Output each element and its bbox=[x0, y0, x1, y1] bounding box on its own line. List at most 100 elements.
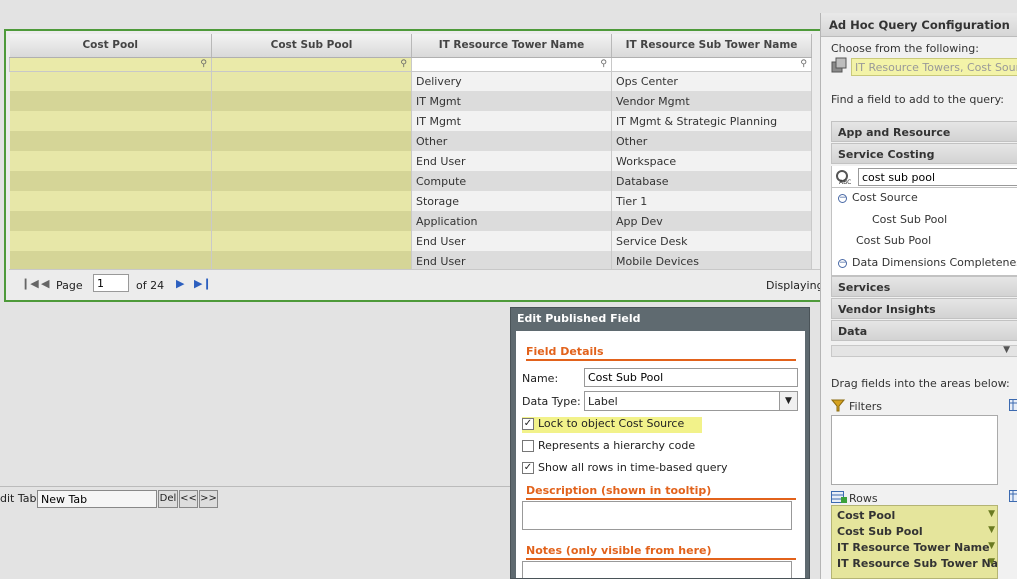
cell-cost-sub-pool bbox=[211, 191, 412, 211]
row-field-chip[interactable]: IT Resource Tower Name ▼ bbox=[837, 541, 997, 554]
name-label: Name: bbox=[522, 372, 559, 385]
table-row[interactable]: Storage Tier 1 bbox=[9, 191, 812, 211]
hierarchy-code-checkbox[interactable] bbox=[522, 440, 534, 452]
lock-to-object-label: Lock to object Cost Source bbox=[538, 417, 685, 430]
filter-tower-name[interactable]: ⚲ bbox=[411, 56, 612, 72]
page-label: Page bbox=[56, 279, 83, 292]
category-app-and-resource[interactable]: App and Resource bbox=[831, 121, 1017, 142]
row-field-chip[interactable]: Cost Sub Pool ▼ bbox=[837, 525, 997, 538]
edit-tab-label: dit Tab: bbox=[0, 492, 41, 505]
chevron-down-icon[interactable]: ▼ bbox=[988, 525, 995, 535]
tree-leaf-cost-sub-pool[interactable]: Cost Sub Pool bbox=[872, 213, 947, 226]
cell-sub-tower-name: App Dev bbox=[611, 211, 812, 231]
category-service-costing[interactable]: Service Costing bbox=[831, 143, 1017, 164]
table-row[interactable]: End User Service Desk bbox=[9, 231, 812, 251]
description-textarea[interactable] bbox=[522, 501, 792, 530]
move-tab-left-button[interactable]: << bbox=[179, 490, 198, 508]
collapse-icon[interactable]: − bbox=[838, 258, 847, 268]
cell-tower-name: IT Mgmt bbox=[411, 111, 612, 131]
description-heading: Description (shown in tooltip) bbox=[526, 484, 796, 500]
table-row[interactable]: End User Mobile Devices bbox=[9, 251, 812, 271]
table-row[interactable]: IT Mgmt Vendor Mgmt bbox=[9, 91, 812, 111]
filter-sub-tower-name[interactable]: ⚲ bbox=[611, 56, 812, 72]
cell-cost-sub-pool bbox=[211, 251, 412, 271]
filters-drop-area[interactable] bbox=[831, 415, 998, 485]
row-field-chip[interactable]: IT Resource Sub Tower Name▼ bbox=[837, 557, 997, 570]
svg-text:ABC: ABC bbox=[839, 179, 851, 185]
chevron-down-icon[interactable]: ▼ bbox=[988, 541, 995, 551]
row-field-label: Cost Sub Pool bbox=[837, 525, 923, 538]
tab-name-input[interactable] bbox=[37, 490, 157, 508]
chevron-down-icon[interactable]: ▼ bbox=[1003, 345, 1010, 355]
cell-sub-tower-name: Database bbox=[611, 171, 812, 191]
show-all-rows-label: Show all rows in time-based query bbox=[538, 461, 728, 474]
data-type-select[interactable]: Label ▼ bbox=[584, 391, 798, 411]
tree-node-cost-source[interactable]: − Cost Source bbox=[838, 191, 918, 204]
prev-page-icon[interactable]: ◀ bbox=[41, 277, 49, 290]
column-header-sub-tower-name[interactable]: IT Resource Sub Tower Name bbox=[611, 34, 812, 58]
cell-cost-pool bbox=[9, 91, 212, 111]
column-header-tower-name[interactable]: IT Resource Tower Name bbox=[411, 34, 612, 58]
table-row[interactable]: Application App Dev bbox=[9, 211, 812, 231]
field-details-heading: Field Details bbox=[526, 345, 796, 361]
page-number-input[interactable] bbox=[93, 274, 129, 292]
category-vendor-insights[interactable]: Vendor Insights bbox=[831, 298, 1017, 319]
field-search-input[interactable] bbox=[858, 168, 1017, 186]
filter-key-icon: ⚲ bbox=[800, 58, 807, 69]
cell-cost-sub-pool bbox=[211, 151, 412, 171]
choose-label: Choose from the following: bbox=[831, 42, 979, 55]
rows-drop-area[interactable]: Cost Pool ▼ Cost Sub Pool ▼ IT Resource To… bbox=[831, 505, 998, 579]
rows-grid-icon bbox=[831, 491, 847, 503]
field-tree: − Cost Source Cost Sub Pool Cost Sub Pool… bbox=[831, 188, 1017, 276]
tree-leaf-cost-sub-pool[interactable]: Cost Sub Pool bbox=[856, 234, 931, 247]
notes-heading: Notes (only visible from here) bbox=[526, 544, 796, 560]
cell-cost-pool bbox=[9, 71, 212, 91]
first-page-icon[interactable]: ❙◀ bbox=[21, 277, 39, 290]
table-row[interactable]: Compute Database bbox=[9, 171, 812, 191]
cell-cost-pool bbox=[9, 231, 212, 251]
filter-cost-sub-pool[interactable]: ⚲ bbox=[211, 56, 412, 72]
cell-tower-name: Delivery bbox=[411, 71, 612, 91]
category-scrollbar[interactable]: ▼ bbox=[831, 345, 1017, 357]
lock-to-object-row[interactable]: ✓ Lock to object Cost Source bbox=[522, 417, 703, 433]
cell-tower-name: End User bbox=[411, 231, 612, 251]
category-data[interactable]: Data bbox=[831, 320, 1017, 341]
row-field-chip[interactable]: Cost Pool ▼ bbox=[837, 509, 997, 522]
column-header-cost-sub-pool[interactable]: Cost Sub Pool bbox=[211, 34, 412, 58]
data-source-select[interactable]: IT Resource Towers, Cost Source bbox=[851, 58, 1017, 76]
pagination-bar: ❙◀ ◀ Page of 24 ▶ ▶❙ Displaying 1 bbox=[9, 269, 832, 297]
table-row[interactable]: End User Workspace bbox=[9, 151, 812, 171]
column-header-cost-pool[interactable]: Cost Pool bbox=[9, 34, 212, 58]
lock-to-object-checkbox[interactable]: ✓ bbox=[522, 418, 534, 430]
move-tab-right-button[interactable]: >> bbox=[199, 490, 218, 508]
hierarchy-code-label: Represents a hierarchy code bbox=[538, 439, 696, 452]
show-all-rows-checkbox[interactable]: ✓ bbox=[522, 462, 534, 474]
table-row[interactable]: Other Other bbox=[9, 131, 812, 151]
notes-textarea[interactable] bbox=[522, 561, 792, 578]
cell-sub-tower-name: Ops Center bbox=[611, 71, 812, 91]
name-input[interactable] bbox=[584, 368, 798, 387]
filter-key-icon: ⚲ bbox=[600, 58, 607, 69]
table-row[interactable]: IT Mgmt IT Mgmt & Strategic Planning bbox=[9, 111, 812, 131]
row-field-label: IT Resource Tower Name bbox=[837, 541, 990, 554]
tree-node-data-dimensions[interactable]: − Data Dimensions Completeness bbox=[838, 256, 1017, 269]
hierarchy-code-row[interactable]: Represents a hierarchy code bbox=[522, 439, 695, 455]
chevron-down-icon[interactable]: ▼ bbox=[988, 557, 995, 567]
collapse-icon[interactable]: − bbox=[838, 193, 847, 203]
cell-sub-tower-name: Mobile Devices bbox=[611, 251, 812, 271]
filter-cost-pool[interactable]: ⚲ bbox=[9, 56, 212, 72]
category-services[interactable]: Services bbox=[831, 276, 1017, 297]
last-page-icon[interactable]: ▶❙ bbox=[194, 277, 212, 290]
filter-key-icon: ⚲ bbox=[400, 58, 407, 69]
show-all-rows-row[interactable]: ✓ Show all rows in time-based query bbox=[522, 461, 728, 477]
find-field-label: Find a field to add to the query: bbox=[831, 93, 1004, 106]
filter-key-icon: ⚲ bbox=[200, 58, 207, 69]
dialog-title: Edit Published Field bbox=[517, 312, 641, 325]
next-page-icon[interactable]: ▶ bbox=[176, 277, 184, 290]
chevron-down-icon[interactable]: ▼ bbox=[988, 509, 995, 519]
delete-tab-button[interactable]: Del bbox=[158, 490, 178, 508]
config-panel-title: Ad Hoc Query Configuration bbox=[821, 13, 1017, 37]
table-row[interactable]: Delivery Ops Center bbox=[9, 71, 812, 91]
cell-cost-sub-pool bbox=[211, 91, 412, 111]
filter-icon bbox=[831, 399, 845, 412]
